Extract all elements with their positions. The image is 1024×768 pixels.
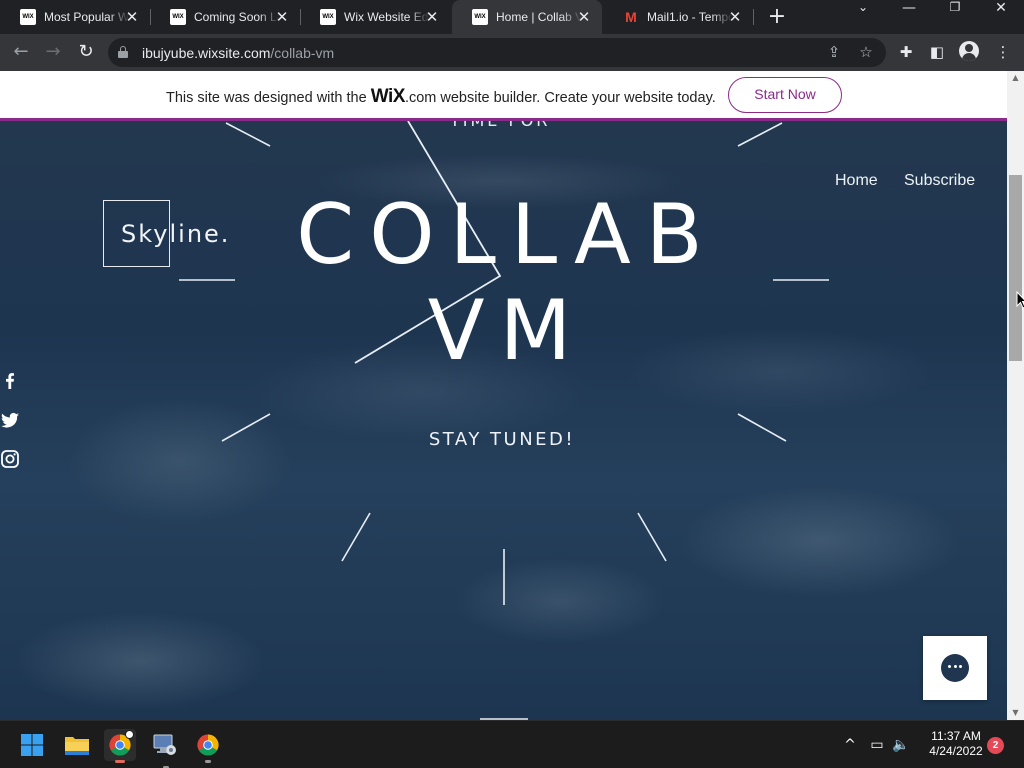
- wix-logo: WiX: [370, 86, 406, 107]
- chat-dots: [948, 665, 962, 669]
- show-hidden-icons-chevron-icon[interactable]: ^: [840, 735, 860, 755]
- minimize-button[interactable]: —: [886, 0, 932, 34]
- windows-start-icon[interactable]: [21, 734, 43, 756]
- clock-time: 11:37 AM: [931, 729, 981, 743]
- lock-icon[interactable]: [118, 46, 128, 58]
- tab-divider: [753, 9, 754, 25]
- scroll-down-arrow-icon[interactable]: ▼: [1007, 706, 1024, 720]
- tab-title: Most Popular Website Templates: [44, 10, 130, 24]
- volume-icon[interactable]: 🔈: [890, 735, 912, 755]
- facebook-icon[interactable]: [0, 371, 20, 391]
- tab-title: Wix Website Editor: [344, 10, 430, 24]
- twitter-icon[interactable]: [0, 410, 20, 430]
- burst-line: [221, 413, 271, 442]
- clock-date: 4/24/2022: [929, 744, 983, 758]
- tab-title: Mail1.io - Temporary Email: [647, 10, 733, 24]
- tab-most-popular[interactable]: WIX Most Popular Website Templates ✕: [0, 0, 151, 34]
- banner-text-after: .com website builder. Create your websit…: [404, 90, 716, 106]
- close-tab-icon[interactable]: ✕: [576, 9, 592, 25]
- banner-text-before: This site was designed with the: [166, 90, 371, 106]
- nav-subscribe-link[interactable]: Subscribe: [904, 172, 975, 190]
- time-for-text: TIME FOR: [450, 121, 550, 130]
- close-tab-icon[interactable]: ✕: [727, 9, 743, 25]
- profile-badge-icon: [125, 730, 134, 739]
- scroll-up-arrow-icon[interactable]: ▲: [1007, 71, 1024, 85]
- burst-line: [737, 122, 783, 147]
- more-menu-icon[interactable]: ⋮: [992, 41, 1014, 63]
- address-url[interactable]: ibujyube.wixsite.com/collab-vm: [142, 45, 334, 61]
- side-panel-icon[interactable]: ◧: [926, 41, 948, 63]
- url-path: /collab-vm: [270, 45, 335, 61]
- reload-button[interactable]: ↻: [74, 40, 98, 64]
- hero-section: TIME FOR Skyline. COLLAB VM STAY TUNED! …: [0, 121, 1007, 720]
- extensions-puzzle-icon[interactable]: ✚: [895, 41, 917, 63]
- instagram-icon[interactable]: [0, 449, 20, 469]
- forward-button[interactable]: →: [41, 40, 65, 64]
- close-tab-icon[interactable]: ✕: [124, 9, 140, 25]
- system-clock[interactable]: 11:37 AM 4/24/2022: [918, 729, 994, 759]
- page-scrollbar[interactable]: ▲ ▼: [1007, 71, 1024, 720]
- url-host: ibujyube.wixsite.com: [142, 45, 271, 61]
- file-explorer-icon[interactable]: [64, 734, 90, 756]
- network-icon[interactable]: ▭: [866, 735, 888, 755]
- tab-coming-soon[interactable]: WIX Coming Soon Landing Page ✕: [150, 0, 301, 34]
- wix-favicon-icon: WIX: [20, 9, 36, 25]
- bookmark-star-icon[interactable]: ☆: [856, 42, 876, 62]
- wix-favicon-icon: WIX: [472, 9, 488, 25]
- tab-title: Coming Soon Landing Page: [194, 10, 280, 24]
- page-viewport: This site was designed with the WiX.com …: [0, 71, 1024, 720]
- tab-mail1[interactable]: M Mail1.io - Temporary Email ✕: [603, 0, 754, 34]
- restore-button[interactable]: ❐: [932, 0, 978, 34]
- title-collab: COLLAB: [296, 186, 718, 283]
- gmail-favicon-icon: M: [625, 9, 637, 25]
- wix-banner-message: This site was designed with the WiX.com …: [166, 86, 716, 108]
- burst-line: [737, 413, 787, 442]
- running-indicator: [205, 760, 211, 763]
- close-tab-icon[interactable]: ✕: [274, 9, 290, 25]
- taskbar-chrome-active[interactable]: [104, 729, 136, 763]
- tab-home-collab-vm[interactable]: WIX Home | Collab VM ✕: [452, 0, 602, 34]
- wix-favicon-icon: WIX: [170, 9, 186, 25]
- tab-title: Home | Collab VM: [496, 10, 582, 24]
- back-button[interactable]: ←: [9, 40, 33, 64]
- wix-favicon-icon: WIX: [320, 9, 336, 25]
- burst-line: [225, 122, 271, 147]
- tab-strip: WIX Most Popular Website Templates ✕ WIX…: [0, 0, 1024, 34]
- close-tab-icon[interactable]: ✕: [424, 9, 440, 25]
- share-icon[interactable]: ⇪: [824, 42, 844, 62]
- skyline-logo[interactable]: Skyline.: [121, 220, 230, 248]
- new-tab-button[interactable]: +: [766, 6, 788, 28]
- taskbar-chrome-second[interactable]: [192, 729, 224, 763]
- tab-wix-editor[interactable]: WIX Wix Website Editor ✕: [300, 0, 450, 34]
- chrome-icon: [197, 734, 219, 756]
- browser-toolbar: ← → ↻ ibujyube.wixsite.com/collab-vm ⇪ ☆…: [0, 34, 1024, 71]
- title-vm: VM: [427, 282, 587, 379]
- remote-desktop-icon[interactable]: [152, 733, 178, 757]
- profile-avatar-icon[interactable]: [959, 41, 979, 61]
- burst-line: [341, 512, 371, 562]
- wix-promo-banner: This site was designed with the WiX.com …: [0, 71, 1007, 121]
- chat-button[interactable]: [923, 636, 987, 700]
- nav-home-link[interactable]: Home: [835, 172, 878, 190]
- close-window-button[interactable]: ✕: [978, 0, 1024, 34]
- address-bar[interactable]: ibujyube.wixsite.com/collab-vm ⇪ ☆: [108, 38, 886, 67]
- windows-taskbar: ^ ▭ 🔈 11:37 AM 4/24/2022 2: [0, 720, 1024, 768]
- start-now-button[interactable]: Start Now: [728, 77, 842, 113]
- mouse-cursor-icon: [1016, 291, 1024, 309]
- stay-tuned-text: STAY TUNED!: [428, 429, 576, 450]
- active-indicator: [115, 760, 125, 763]
- scrollbar-thumb[interactable]: [1009, 175, 1022, 361]
- notification-badge[interactable]: 2: [987, 737, 1004, 754]
- burst-line: [637, 512, 667, 562]
- tab-search-button[interactable]: ⌄: [840, 0, 886, 34]
